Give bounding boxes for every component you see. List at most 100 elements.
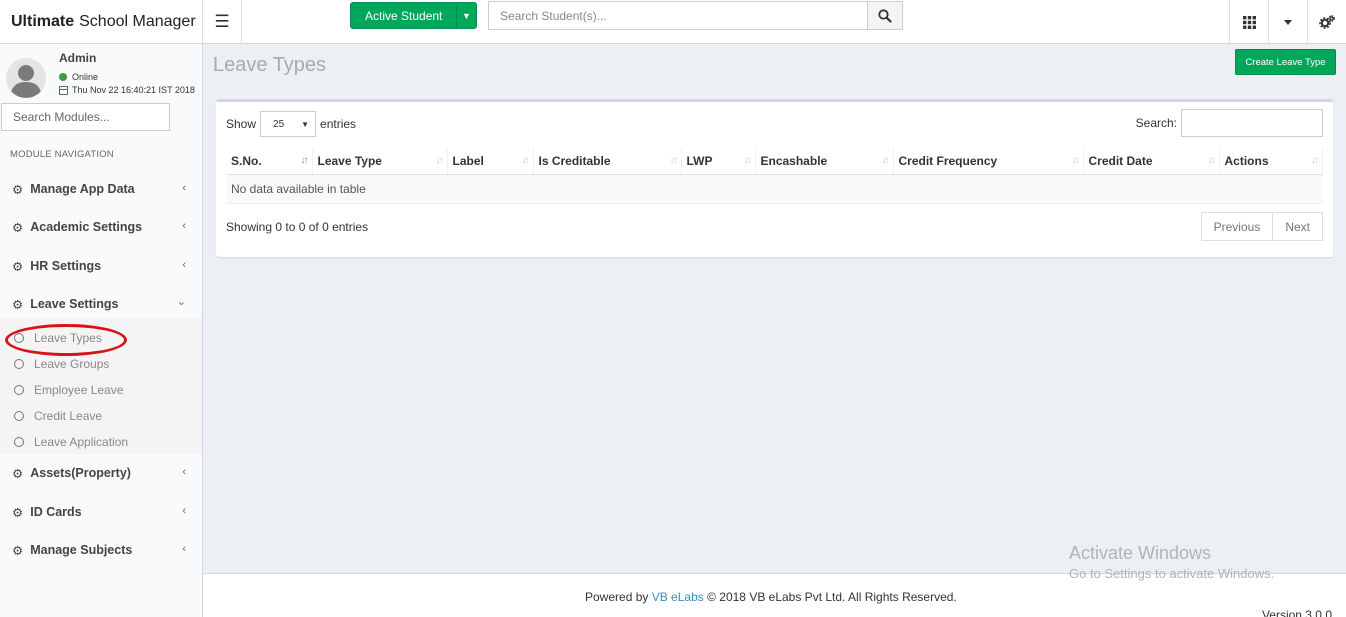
caret-down-icon[interactable]: ▼ [456, 3, 476, 28]
dashboard-icon: ⚙ [12, 505, 24, 520]
table-search-control: Search: [1136, 109, 1323, 137]
sidebar-item-manage-app-data[interactable]: ⚙ Manage App Data ‹ [0, 174, 202, 204]
dashboard-icon: ⚙ [12, 182, 24, 197]
active-student-dropdown[interactable]: Active Student ▼ [350, 2, 477, 29]
sidebar-item-label: Manage App Data [30, 182, 135, 196]
company-link[interactable]: VB eLabs [652, 590, 704, 604]
sidebar-item-leave-settings[interactable]: ⚙ Leave Settings ⌄ [0, 289, 202, 319]
sidebar-subitem-label: Leave Types [34, 331, 102, 345]
column-header-label: LWP [686, 153, 713, 168]
user-name: Admin [59, 51, 97, 65]
circle-icon [14, 437, 24, 447]
circle-icon [14, 411, 24, 421]
column-header-label: Is Creditable [538, 153, 611, 168]
column-header-label[interactable]: Label ↓↑ [447, 148, 534, 175]
sort-icon: ↓↑ [743, 155, 752, 166]
sidebar-subitem-employee-leave[interactable]: Employee Leave [0, 380, 202, 400]
column-header-label-text: Label [452, 153, 484, 168]
column-header-leave-type[interactable]: Leave Type ↓↑ [312, 148, 448, 175]
user-menu-dropdown[interactable] [1268, 0, 1307, 44]
table-search-label: Search: [1135, 116, 1177, 130]
sidebar-subitem-leave-application[interactable]: Leave Application [0, 432, 202, 452]
sidebar-item-academic-settings[interactable]: ⚙ Academic Settings ‹ [0, 212, 202, 242]
table-search-input[interactable] [1181, 109, 1323, 137]
page-title: Leave Types [213, 54, 327, 76]
leave-types-table-box: Show 25 ▼ entries Search: S.No. ↓↑ Leave … [216, 99, 1333, 257]
sidebar-subitem-label: Leave Groups [34, 357, 110, 371]
column-header-sno[interactable]: S.No. ↓↑ [226, 148, 313, 175]
column-header-label: Credit Date [1088, 153, 1153, 168]
circle-icon [14, 385, 24, 395]
user-avatar-icon [10, 65, 42, 98]
sort-icon: ↓↑ [1311, 155, 1319, 166]
footer: Powered by VB eLabs © 2018 VB eLabs Pvt … [203, 573, 1346, 617]
search-button[interactable] [867, 1, 903, 30]
top-right-toolbar [1229, 0, 1346, 44]
column-header-label: Leave Type [317, 153, 382, 168]
pagination: Previous Next [1200, 212, 1323, 241]
sort-icon: ↓↑ [1207, 155, 1216, 166]
column-header-label: Credit Frequency [898, 153, 998, 168]
dashboard-icon: ⚙ [12, 259, 24, 274]
sort-icon: ↓↑ [521, 155, 530, 166]
create-leave-type-button[interactable]: Create Leave Type [1235, 49, 1336, 75]
sidebar-subitem-leave-groups[interactable]: Leave Groups [0, 354, 202, 374]
sidebar-subitem-credit-leave[interactable]: Credit Leave [0, 406, 202, 426]
app-title-rest: School Manager [79, 13, 196, 30]
chevron-left-icon: ‹ [182, 543, 186, 555]
chevron-left-icon: ‹ [182, 466, 186, 478]
column-header-encashable[interactable]: Encashable ↓↑ [755, 148, 894, 175]
active-student-label: Active Student [365, 8, 443, 23]
column-header-label: Actions [1224, 153, 1269, 168]
menu-toggle-icon[interactable]: ☰ [203, 0, 242, 44]
previous-page-button[interactable]: Previous [1200, 212, 1274, 241]
settings-button[interactable] [1307, 0, 1346, 44]
sidebar-subitem-leave-types[interactable]: Leave Types [0, 328, 202, 348]
chevron-left-icon: ‹ [182, 505, 186, 517]
chevron-down-icon: ⌄ [176, 296, 186, 308]
column-header-is-creditable[interactable]: Is Creditable ↓↑ [533, 148, 682, 175]
user-datetime-label: Thu Nov 22 16:40:21 IST 2018 [72, 85, 195, 95]
sidebar-item-manage-subjects[interactable]: ⚙ Manage Subjects ‹ [0, 535, 202, 565]
module-search-input[interactable] [1, 103, 170, 131]
sidebar-item-label: ID Cards [30, 505, 82, 519]
sidebar-item-label: Manage Subjects [30, 543, 133, 557]
apps-grid-button[interactable] [1229, 0, 1268, 44]
chevron-left-icon: ‹ [182, 220, 186, 232]
column-header-lwp[interactable]: LWP ↓↑ [681, 148, 756, 175]
sidebar-item-hr-settings[interactable]: ⚙ HR Settings ‹ [0, 251, 202, 281]
calendar-icon [59, 85, 68, 95]
nav-header: MODULE NAVIGATION [10, 149, 114, 160]
sort-asc-icon: ↓↑ [300, 155, 309, 166]
sidebar: Admin Online Thu Nov 22 16:40:21 IST 201… [0, 44, 203, 617]
watermark-title: Activate Windows [1069, 543, 1212, 563]
sidebar-subitem-label: Credit Leave [34, 409, 103, 423]
copyright-text: © 2018 VB eLabs Pvt Ltd. All Rights Rese… [707, 590, 957, 604]
column-header-credit-date[interactable]: Credit Date ↓↑ [1083, 148, 1220, 175]
sidebar-item-id-cards[interactable]: ⚙ ID Cards ‹ [0, 497, 202, 527]
sort-icon: ↓↑ [669, 155, 678, 166]
grid-icon [1242, 15, 1256, 29]
search-icon [878, 8, 892, 23]
user-panel: Admin Online Thu Nov 22 16:40:21 IST 201… [0, 44, 203, 102]
student-search-input[interactable] [488, 1, 868, 30]
sidebar-subitem-label: Employee Leave [34, 383, 124, 397]
entries-select[interactable]: 25 ▼ [260, 111, 317, 137]
table-header-row: S.No. ↓↑ Leave Type ↓↑ Label ↓↑ Is Creditab… [226, 148, 1323, 175]
sidebar-item-assets[interactable]: ⚙ Assets(Property) ‹ [0, 458, 202, 488]
circle-icon [14, 359, 24, 369]
chevron-left-icon: ‹ [182, 259, 186, 271]
sort-icon: ↓↑ [1071, 155, 1080, 166]
user-status: Online [59, 72, 98, 82]
app-logo[interactable]: Ultimate School Manager [0, 0, 203, 44]
caret-down-icon: ▼ [301, 119, 310, 129]
column-header-actions[interactable]: Actions ↓↑ [1219, 148, 1323, 175]
entries-value: 25 [273, 118, 285, 130]
gears-icon [1319, 15, 1335, 29]
chevron-left-icon: ‹ [182, 182, 186, 194]
next-page-button[interactable]: Next [1273, 212, 1323, 241]
sidebar-item-label: Academic Settings [30, 220, 143, 234]
dashboard-icon: ⚙ [12, 543, 24, 558]
column-header-credit-frequency[interactable]: Credit Frequency ↓↑ [893, 148, 1084, 175]
column-header-label: S.No. [231, 153, 262, 168]
